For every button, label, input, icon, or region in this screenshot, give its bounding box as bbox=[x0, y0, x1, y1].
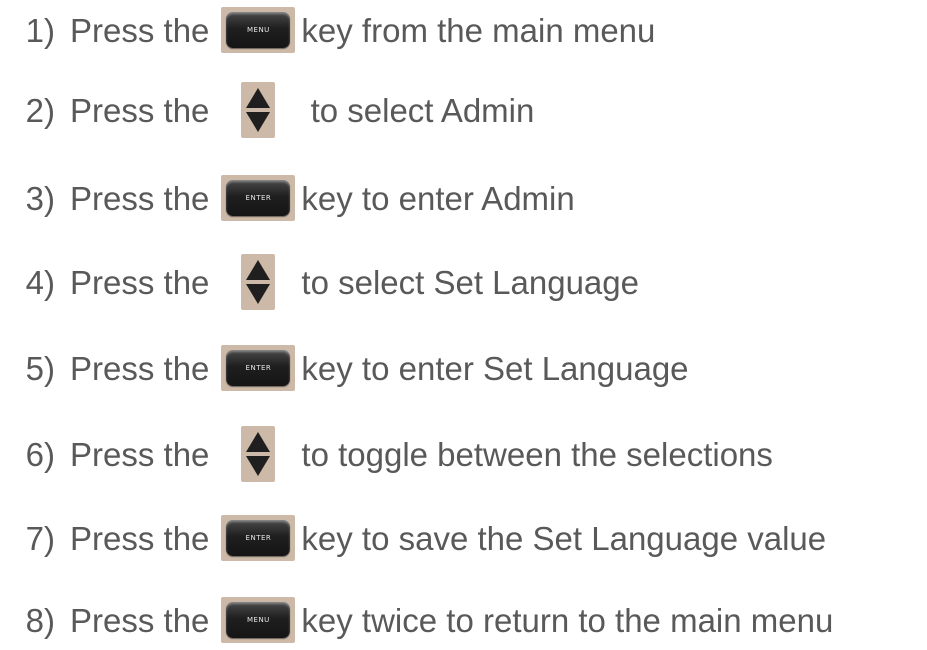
step-4: 4) Press the to select Set Language bbox=[0, 252, 639, 312]
enter-key-icon: ENTER bbox=[219, 510, 297, 566]
enter-key-icon: ENTER bbox=[219, 170, 297, 226]
step-text: to select Set Language bbox=[301, 263, 639, 301]
step-prefix: Press the bbox=[70, 519, 210, 557]
step-prefix: Press the bbox=[70, 11, 210, 49]
menu-key-icon: MENU bbox=[219, 592, 297, 648]
step-text: key to enter Admin bbox=[301, 179, 575, 217]
step-number: 4) bbox=[25, 263, 55, 301]
step-number: 5) bbox=[25, 349, 55, 387]
key-label: MENU bbox=[246, 25, 270, 34]
key-label: ENTER bbox=[245, 193, 272, 202]
key-label: MENU bbox=[246, 615, 270, 624]
step-text: key to enter Set Language bbox=[301, 349, 689, 387]
step-8: 8) Press the MENU key twice to return to… bbox=[0, 590, 833, 650]
step-prefix: Press the bbox=[70, 263, 210, 301]
step-7: 7) Press the ENTER key to save the Set L… bbox=[0, 508, 826, 568]
step-number: 2) bbox=[25, 91, 55, 129]
step-text: key from the main menu bbox=[301, 11, 656, 49]
step-6: 6) Press the to toggle between the selec… bbox=[0, 424, 773, 484]
enter-key-icon: ENTER bbox=[219, 340, 297, 396]
step-text: key to save the Set Language value bbox=[301, 519, 827, 557]
menu-key-icon: MENU bbox=[219, 2, 297, 58]
step-number: 6) bbox=[25, 435, 55, 473]
up-down-arrow-key-icon bbox=[219, 254, 297, 310]
step-2: 2) Press the to select Admin bbox=[0, 80, 534, 140]
step-text: to select Admin bbox=[301, 91, 535, 129]
step-number: 7) bbox=[25, 519, 55, 557]
step-prefix: Press the bbox=[70, 91, 210, 129]
step-text: to toggle between the selections bbox=[301, 435, 773, 473]
step-text: key twice to return to the main menu bbox=[301, 601, 834, 639]
step-prefix: Press the bbox=[70, 349, 210, 387]
key-label: ENTER bbox=[245, 363, 272, 372]
step-prefix: Press the bbox=[70, 601, 210, 639]
step-prefix: Press the bbox=[70, 179, 210, 217]
step-3: 3) Press the ENTER key to enter Admin bbox=[0, 168, 575, 228]
key-label: ENTER bbox=[245, 533, 272, 542]
step-number: 1) bbox=[25, 11, 55, 49]
step-number: 3) bbox=[25, 179, 55, 217]
up-down-arrow-key-icon bbox=[219, 426, 297, 482]
step-prefix: Press the bbox=[70, 435, 210, 473]
step-1: 1) Press the MENU key from the main menu bbox=[0, 0, 655, 60]
step-number: 8) bbox=[25, 601, 55, 639]
step-5: 5) Press the ENTER key to enter Set Lang… bbox=[0, 338, 689, 398]
up-down-arrow-key-icon bbox=[219, 82, 297, 138]
